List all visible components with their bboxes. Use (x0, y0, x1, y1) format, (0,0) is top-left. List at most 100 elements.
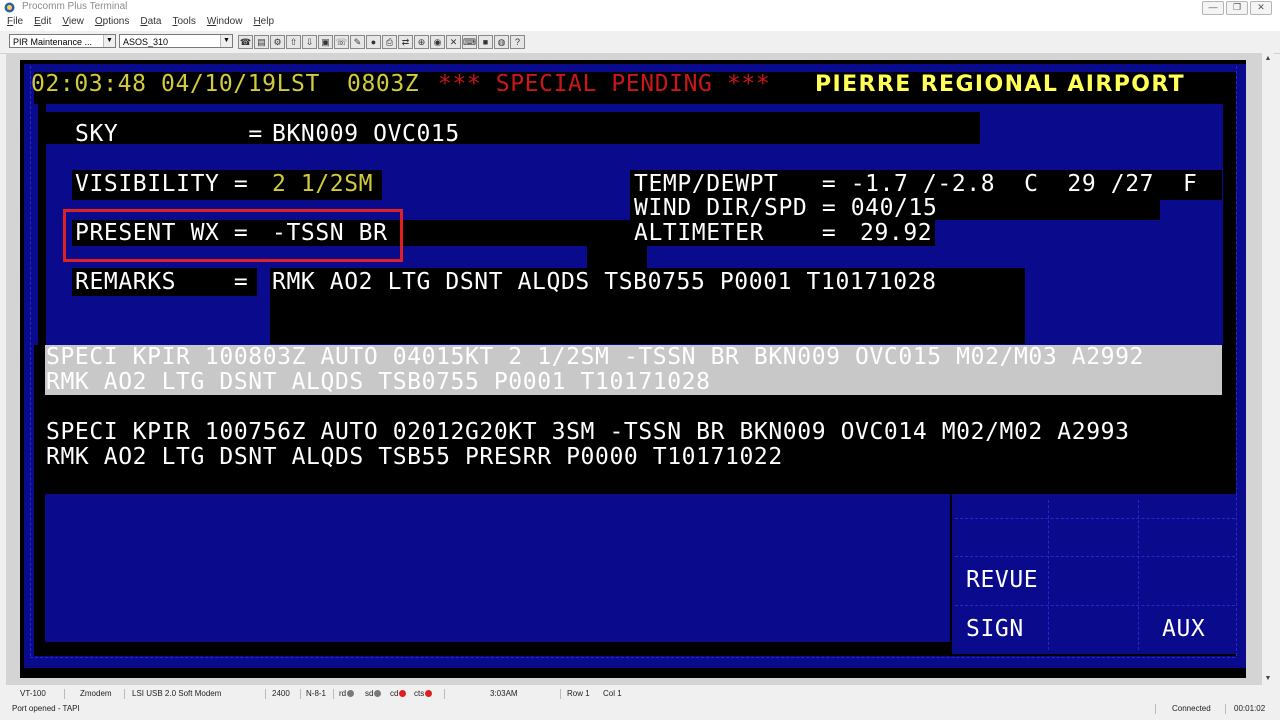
visibility-label: VISIBILITY = (75, 171, 249, 197)
temp-dewpt-line: TEMP/DEWPT = -1.7 /-2.8 C 29 /27 F (634, 171, 1198, 197)
modem-status[interactable]: LSI USB 2.0 Soft Modem (132, 688, 221, 700)
sky-label: SKY = (75, 121, 263, 147)
fkey-sign[interactable]: SIGN (966, 617, 1024, 642)
fkey-aux[interactable]: AUX (1162, 617, 1205, 642)
baud-status[interactable]: 2400 (272, 688, 290, 700)
directory-icon[interactable]: ▤ (254, 35, 269, 49)
sd-indicator: sd (365, 688, 382, 700)
cd-label: cd (390, 689, 399, 698)
rec-icon[interactable]: ◉ (430, 35, 445, 49)
status-separator (444, 689, 445, 699)
upload-icon[interactable]: ⇧ (286, 35, 301, 49)
toolbar: PIR Maintenance ... ▼ ASOS_310 ▼ ☎ ▤ ⚙ ⇧… (0, 31, 1280, 54)
minimize-button[interactable]: — (1202, 1, 1224, 15)
script-icon[interactable]: ✎ (350, 35, 365, 49)
screen-border-left (24, 64, 34, 668)
status-bar: VT-100 Zmodem LSI USB 2.0 Soft Modem 240… (0, 688, 1280, 700)
fkey-divider (955, 556, 1235, 557)
screen-icon[interactable]: ■ (478, 35, 493, 49)
profile-combo-value: PIR Maintenance ... (13, 37, 93, 47)
speci-current-line2: RMK AO2 LTG DSNT ALQDS TSB0755 P0001 T10… (46, 369, 711, 395)
connection-status: Connected (1172, 704, 1211, 713)
cancel-icon[interactable]: ✕ (446, 35, 461, 49)
dial-icon[interactable]: ☎ (238, 35, 253, 49)
vertical-scrollbar[interactable]: ▲ ▼ (1262, 53, 1274, 685)
menu-window[interactable]: Window (200, 15, 247, 31)
menu-tools[interactable]: Tools (165, 15, 199, 31)
speci-previous-line1: SPECI KPIR 100756Z AUTO 02012G20KT 3SM -… (46, 419, 1130, 445)
menu-help[interactable]: Help (246, 15, 278, 31)
sky-value[interactable]: BKN009 OVC015 (272, 122, 460, 147)
cd-led-icon (399, 690, 407, 697)
left-dash (30, 66, 31, 656)
clock-lst: 02:03:48 04/10/19LST (31, 71, 320, 97)
remarks-value[interactable]: RMK AO2 LTG DSNT ALQDS TSB0755 P0001 T10… (272, 270, 937, 295)
fkey-divider (1138, 500, 1139, 650)
sd-led-icon (374, 690, 382, 697)
time-status: 3:03AM (490, 689, 518, 698)
present-wx-highlight-box (63, 209, 403, 262)
status-separator (560, 689, 561, 699)
altimeter-label: ALTIMETER = (634, 220, 837, 246)
wind-line: WIND DIR/SPD = 040/15 (634, 195, 938, 221)
hangup-icon[interactable]: ☏ (334, 35, 349, 49)
fkey-divider (955, 605, 1235, 606)
cts-label: cts (414, 689, 425, 698)
station-name: PIERRE REGIONAL AIRPORT (815, 72, 1186, 97)
chevron-down-icon[interactable]: ▼ (103, 35, 115, 47)
cts-led-icon (425, 690, 433, 697)
menu-data[interactable]: Data (133, 15, 165, 31)
visibility-value[interactable]: 2 1/2SM (272, 172, 373, 197)
keyboard-icon[interactable]: ⌨ (462, 35, 477, 49)
panel-left-rule (38, 100, 46, 370)
cts-indicator: cts (414, 688, 433, 700)
col-status: Col 1 (603, 689, 622, 698)
bottom-dash (30, 657, 1235, 658)
print-icon[interactable]: ⎙ (382, 35, 397, 49)
screen-border-right (1236, 64, 1246, 668)
globe-icon[interactable]: ◍ (494, 35, 509, 49)
port-status: Port opened - TAPI (12, 704, 80, 713)
close-button[interactable]: ✕ (1250, 1, 1272, 15)
special-pending-alert: *** SPECIAL PENDING *** (438, 71, 771, 97)
session-combo[interactable]: ASOS_310 ▼ (119, 34, 233, 48)
help-icon[interactable]: ? (510, 35, 525, 49)
status-separator (265, 689, 266, 699)
title-bar: Procomm Plus Terminal — ❐ ✕ (0, 0, 1280, 15)
rd-led-icon (347, 690, 355, 697)
elapsed-time: 00:01:02 (1234, 704, 1266, 713)
emulation-status[interactable]: VT-100 (20, 688, 46, 700)
capture-icon[interactable]: ▣ (318, 35, 333, 49)
lock-icon[interactable]: ⊕ (414, 35, 429, 49)
status-separator (64, 689, 65, 699)
fkey-divider (1048, 500, 1049, 650)
parity-status[interactable]: N-8-1 (306, 688, 326, 700)
menu-edit[interactable]: Edit (27, 15, 55, 31)
profile-combo[interactable]: PIR Maintenance ... ▼ (9, 34, 116, 48)
menu-options[interactable]: Options (88, 15, 133, 31)
procomm-app-icon (4, 2, 15, 13)
settings-icon[interactable]: ⚙ (270, 35, 285, 49)
window-title: Procomm Plus Terminal (22, 1, 128, 12)
menu-bar: File Edit View Options Data Tools Window… (0, 15, 1280, 31)
sd-label: sd (365, 689, 374, 698)
record-icon[interactable]: ● (366, 35, 381, 49)
status-separator (1155, 704, 1156, 714)
restore-button[interactable]: ❐ (1226, 1, 1248, 15)
scroll-down-icon[interactable]: ▼ (1262, 673, 1274, 685)
cd-indicator: cd (390, 688, 407, 700)
scroll-up-icon[interactable]: ▲ (1262, 53, 1274, 65)
remarks-label: REMARKS = (75, 269, 249, 295)
menu-view[interactable]: View (55, 15, 88, 31)
altimeter-value: 29.92 (860, 220, 933, 246)
protocol-status[interactable]: Zmodem (80, 688, 112, 700)
status-separator (300, 689, 301, 699)
menu-file[interactable]: File (0, 15, 27, 31)
download-icon[interactable]: ⇩ (302, 35, 317, 49)
chevron-down-icon[interactable]: ▼ (220, 35, 232, 47)
speci-previous-line2: RMK AO2 LTG DSNT ALQDS TSB55 PRESRR P000… (46, 444, 783, 470)
fkey-revue[interactable]: REVUE (966, 568, 1038, 593)
rd-label: rd (339, 689, 347, 698)
transfer-icon[interactable]: ⇄ (398, 35, 413, 49)
speci-current-line1: SPECI KPIR 100803Z AUTO 04015KT 2 1/2SM … (46, 344, 1144, 370)
